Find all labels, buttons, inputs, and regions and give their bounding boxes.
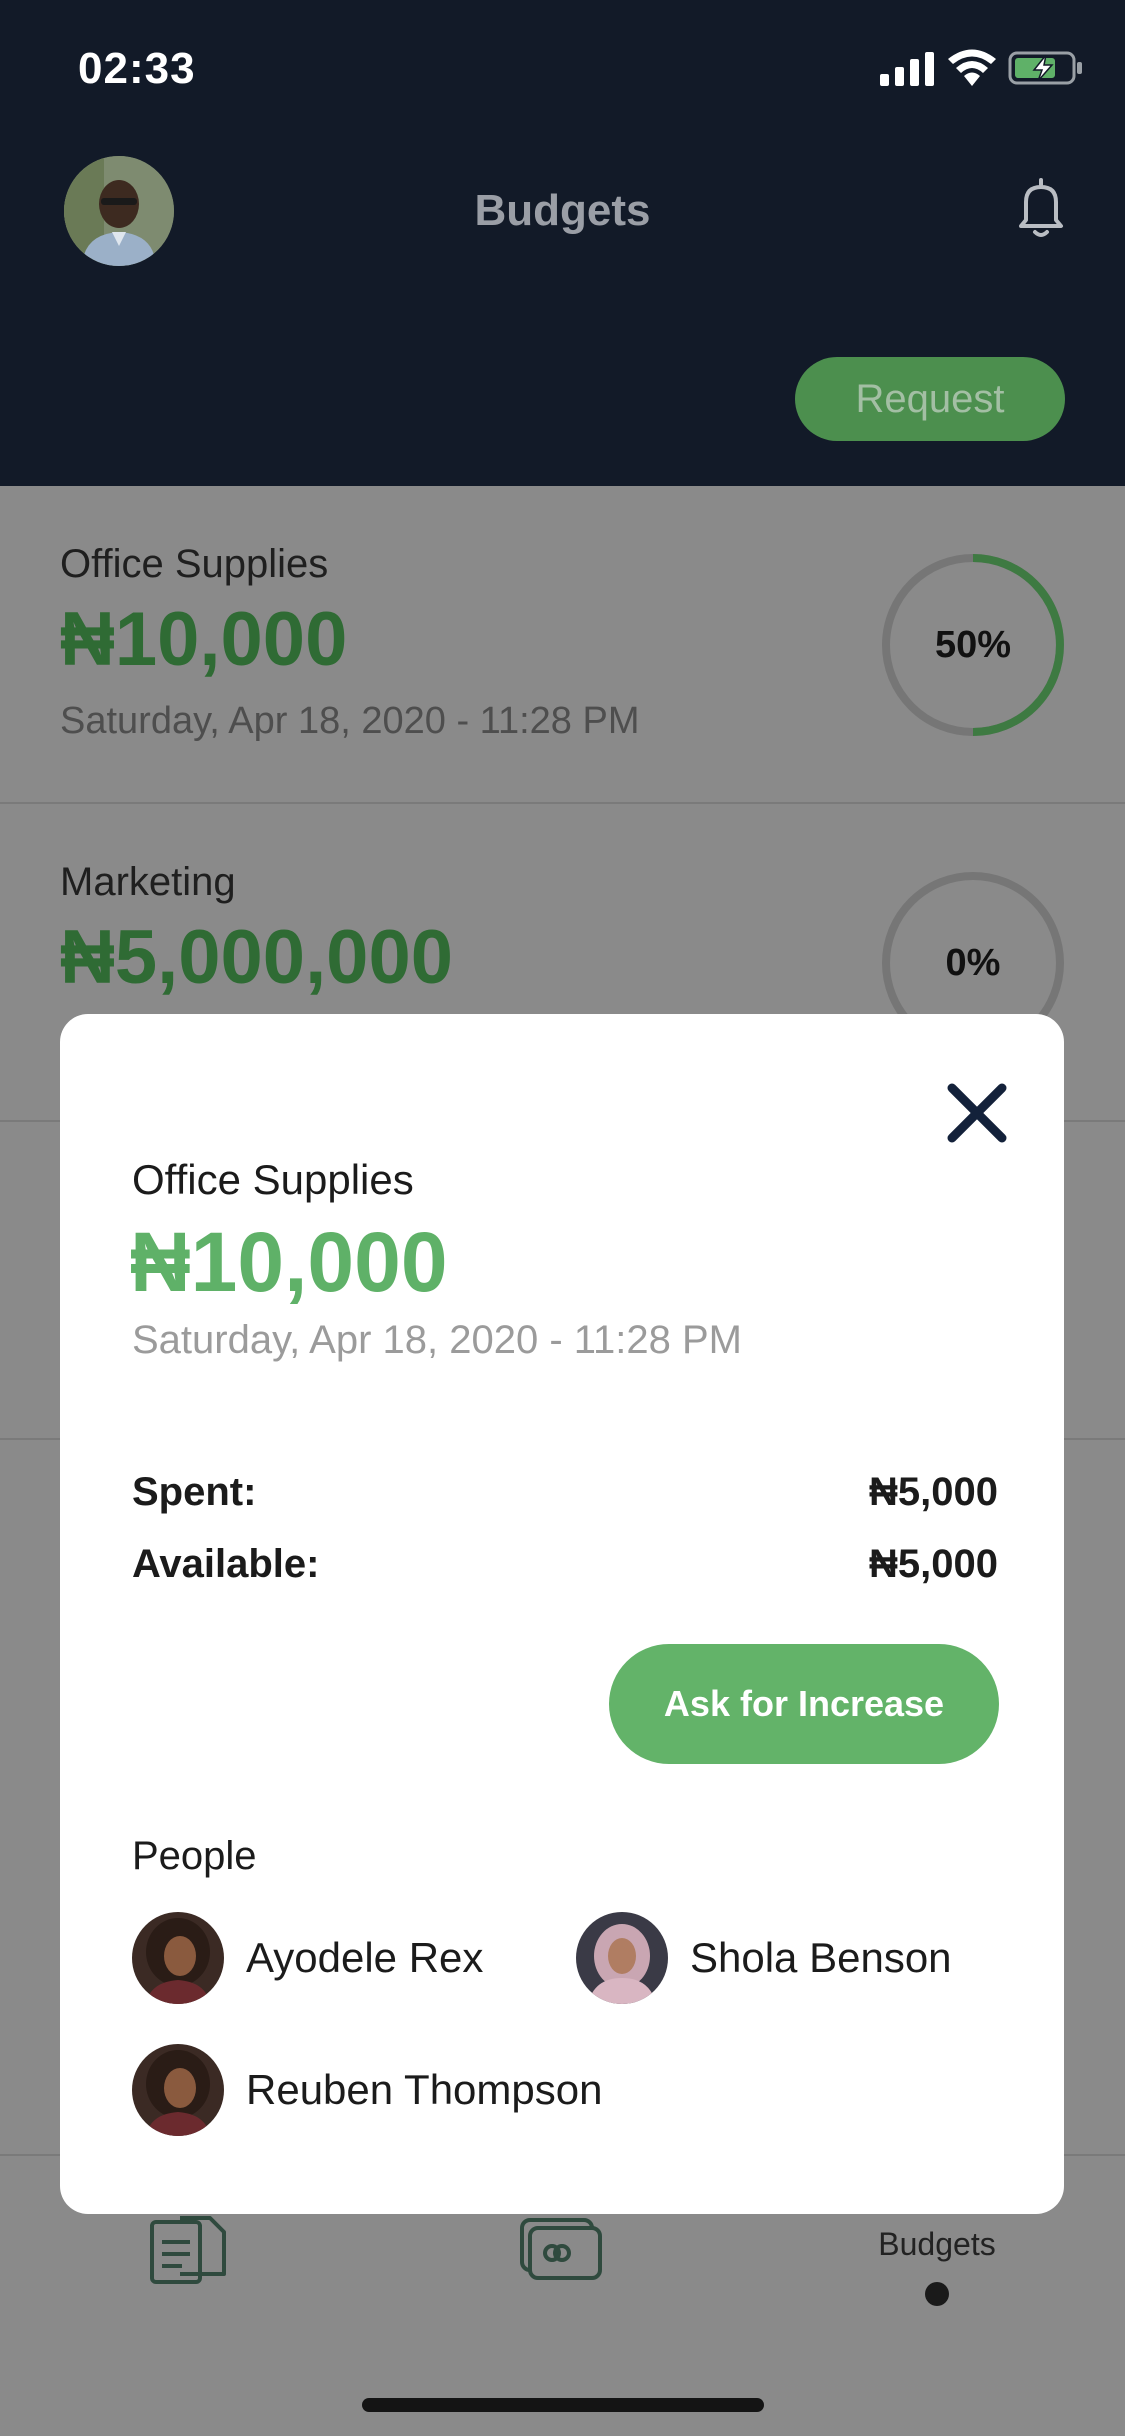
budget-name: Marketing [60,860,236,904]
avatar [132,2044,224,2136]
wifi-icon [948,49,996,86]
request-button[interactable]: Request [795,357,1065,441]
budget-detail-modal: Office Supplies ₦10,000 Saturday, Apr 18… [60,1014,1064,2214]
people-heading: People [132,1834,257,1878]
modal-budget-name: Office Supplies [132,1156,414,1203]
battery-icon [1008,51,1082,85]
person-item[interactable]: Ayodele Rex [132,1912,532,2004]
person-name: Reuben Thompson [246,2066,603,2113]
status-bar: 02:33 [0,0,1125,140]
progress-label: 50% [934,624,1012,666]
bell-icon[interactable] [1014,176,1068,240]
documents-icon[interactable] [148,2216,228,2286]
ask-for-increase-button[interactable]: Ask for Increase [609,1644,999,1764]
budget-date: Saturday, Apr 18, 2020 - 11:28 PM [60,700,640,742]
available-value: ₦5,000 [869,1542,998,1586]
avatar [132,1912,224,2004]
home-indicator[interactable] [362,2398,764,2412]
budget-amount: ₦10,000 [60,597,348,682]
close-icon[interactable] [942,1078,1012,1148]
modal-budget-amount: ₦10,000 [130,1215,448,1309]
nav-item-budgets[interactable]: Budgets [862,2226,1012,2263]
status-time: 02:33 [78,44,196,93]
active-indicator [925,2282,949,2306]
avatar [576,1912,668,2004]
person-item[interactable]: Shola Benson [576,1912,996,2004]
person-name: Shola Benson [690,1934,952,1981]
budget-amount: ₦5,000,000 [60,915,453,1000]
person-name: Ayodele Rex [246,1934,484,1981]
available-label: Available: [132,1542,320,1586]
budget-row[interactable]: Office Supplies ₦10,000 Saturday, Apr 18… [0,486,1125,804]
person-item[interactable]: Reuben Thompson [132,2044,672,2136]
spent-value: ₦5,000 [869,1470,998,1514]
page-title: Budgets [474,186,651,235]
modal-budget-date: Saturday, Apr 18, 2020 - 11:28 PM [132,1318,742,1362]
spent-label: Spent: [132,1470,257,1514]
signal-icon [880,52,934,86]
wallet-icon[interactable] [518,2216,604,2282]
app-header: 02:33 Budgets Request [0,0,1125,486]
budget-name: Office Supplies [60,542,329,586]
